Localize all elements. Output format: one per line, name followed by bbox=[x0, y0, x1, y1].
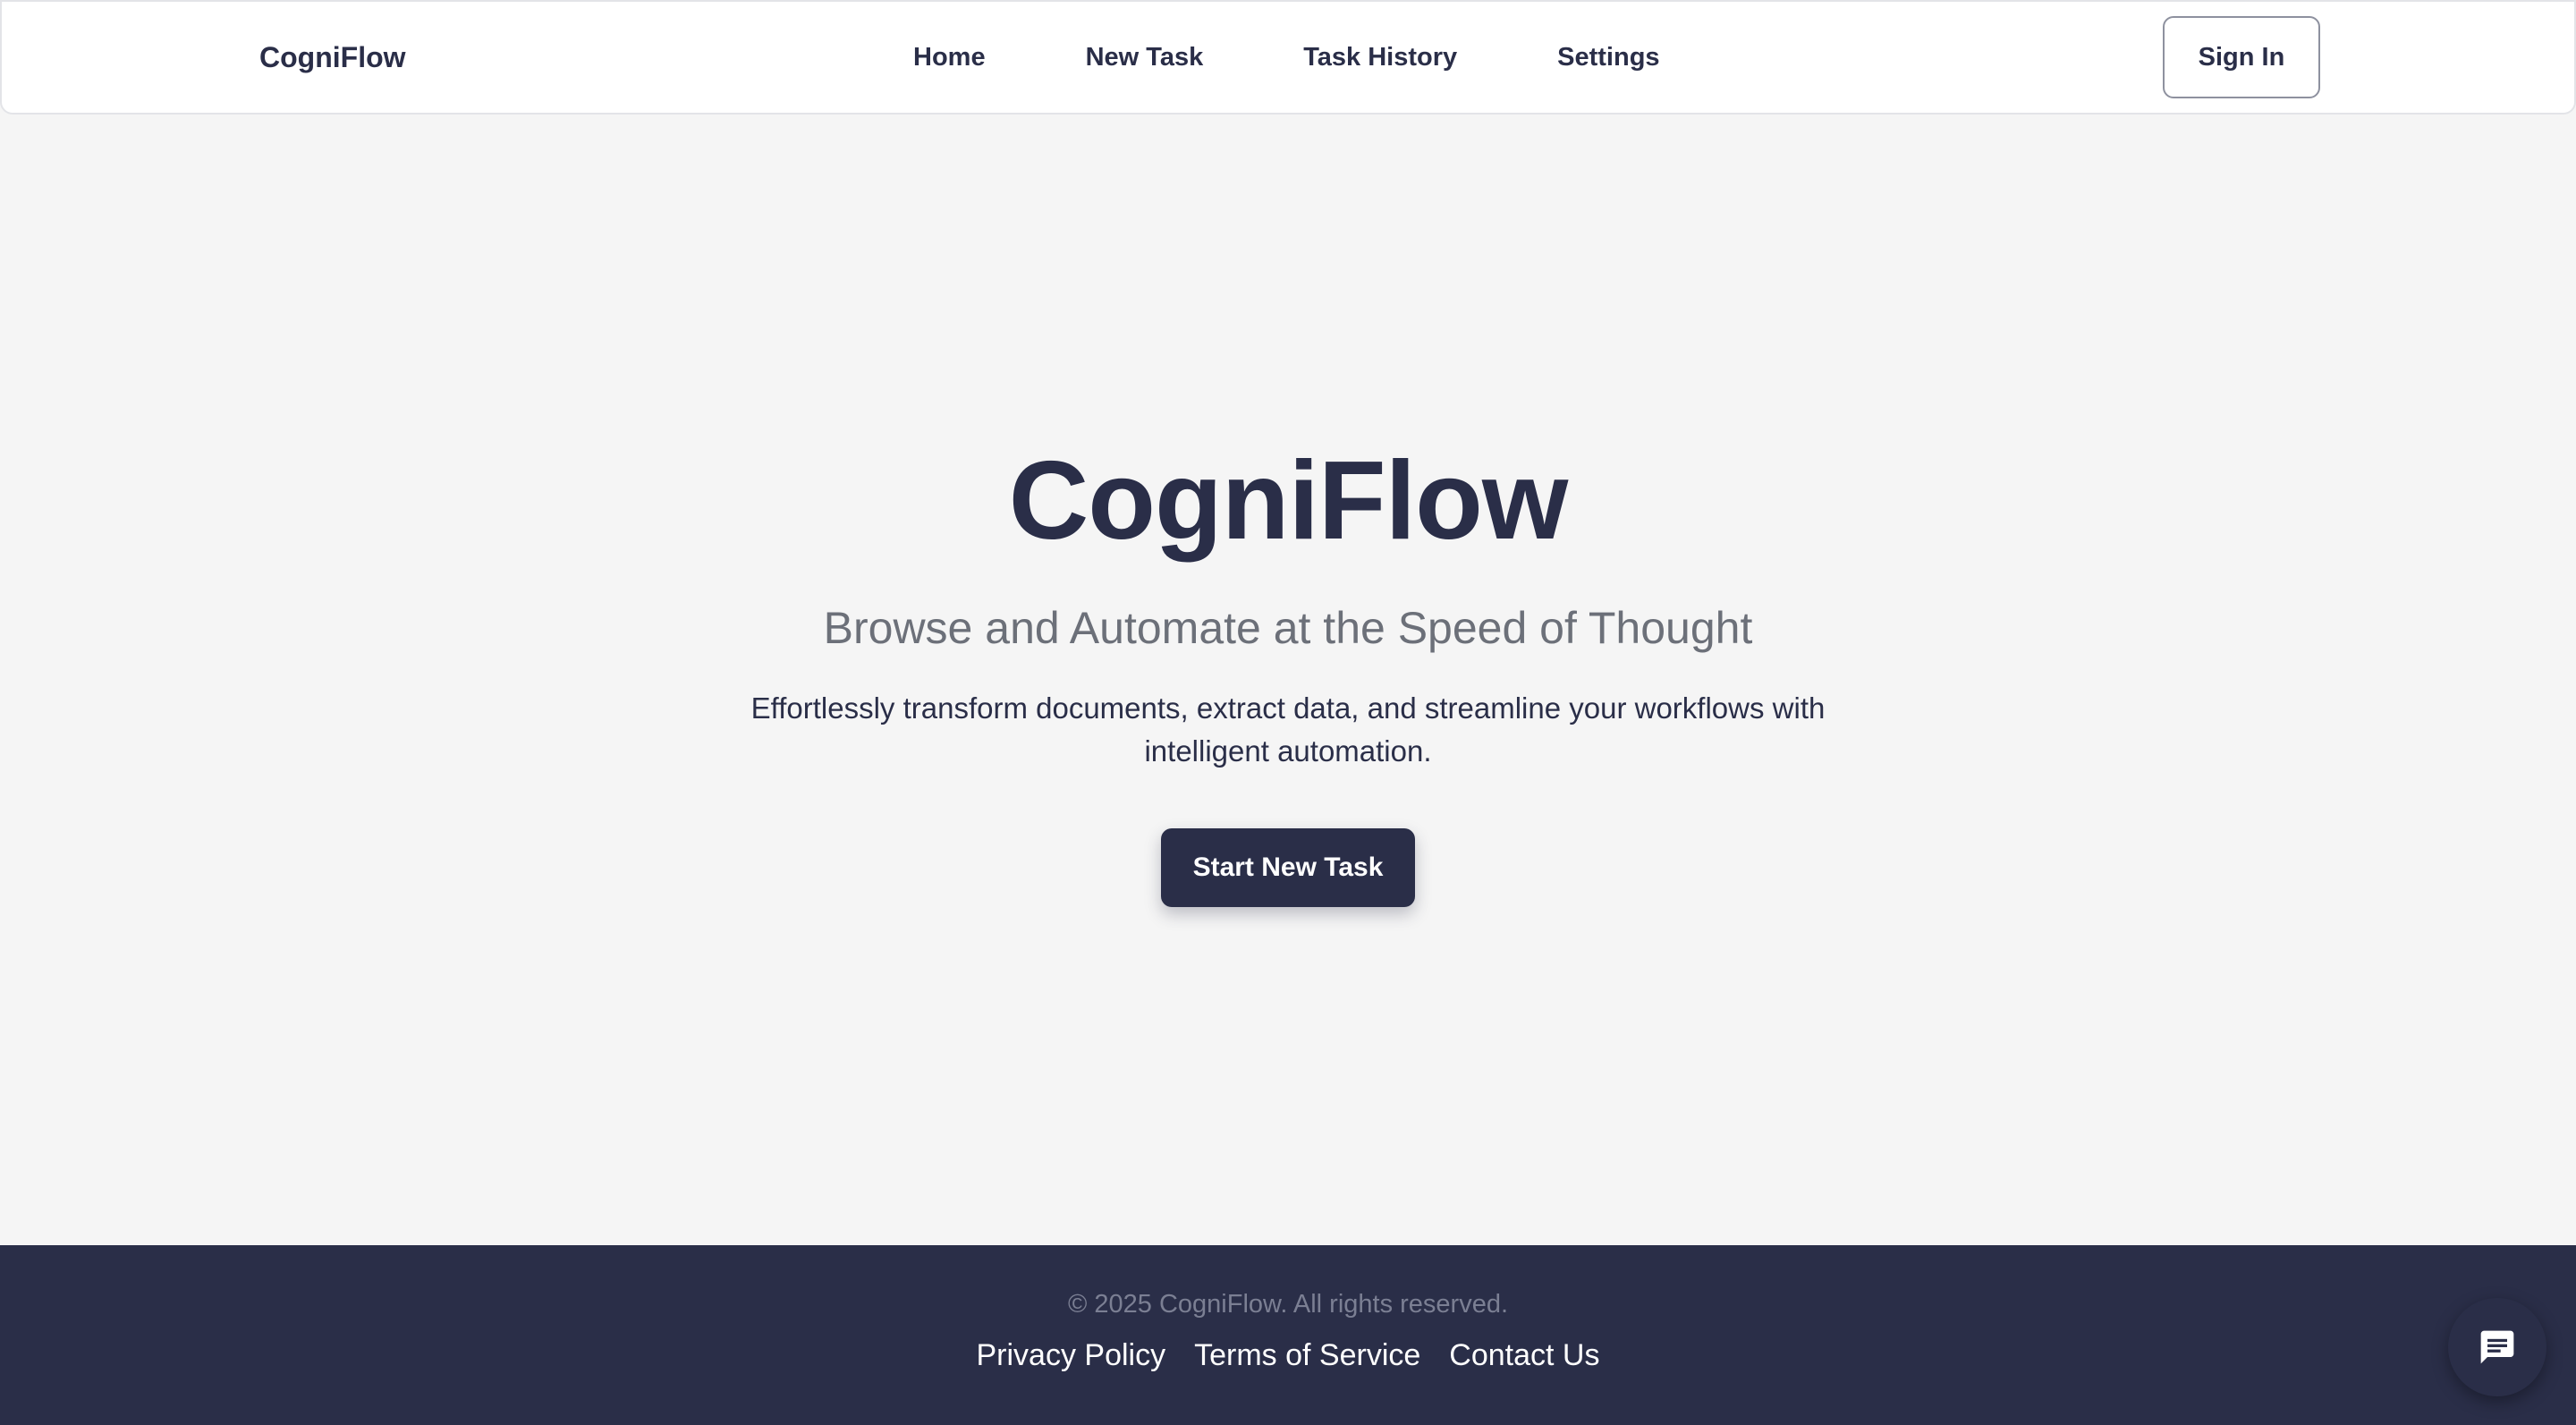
start-new-task-button[interactable]: Start New Task bbox=[1161, 828, 1415, 907]
chat-button[interactable] bbox=[2448, 1298, 2546, 1396]
hero-description: Effortlessly transform documents, extrac… bbox=[750, 691, 1826, 768]
nav-task-history[interactable]: Task History bbox=[1303, 43, 1457, 72]
footer: © 2025 CogniFlow. All rights reserved. P… bbox=[0, 1245, 2576, 1425]
nav-new-task[interactable]: New Task bbox=[1086, 43, 1204, 72]
brand-logo[interactable]: CogniFlow bbox=[259, 2, 406, 113]
footer-links: Privacy Policy Terms of Service Contact … bbox=[0, 1338, 2576, 1373]
hero-section: CogniFlow Browse and Automate at the Spe… bbox=[0, 115, 2576, 1245]
footer-link-terms[interactable]: Terms of Service bbox=[1194, 1338, 1420, 1373]
footer-link-contact[interactable]: Contact Us bbox=[1449, 1338, 1599, 1373]
nav-settings[interactable]: Settings bbox=[1557, 43, 1659, 72]
hero-subtitle: Browse and Automate at the Speed of Thou… bbox=[823, 603, 1753, 653]
top-navbar: CogniFlow Home New Task Task History Set… bbox=[0, 0, 2576, 115]
page: CogniFlow Home New Task Task History Set… bbox=[0, 0, 2576, 1425]
copyright-text: © 2025 CogniFlow. All rights reserved. bbox=[1067, 1290, 1509, 1319]
hero-title: CogniFlow bbox=[1008, 439, 1569, 563]
chat-icon bbox=[2480, 1330, 2514, 1364]
nav-home[interactable]: Home bbox=[913, 43, 986, 72]
sign-in-button[interactable]: Sign In bbox=[2163, 16, 2320, 98]
main-nav: Home New Task Task History Settings bbox=[913, 2, 1660, 113]
footer-link-privacy[interactable]: Privacy Policy bbox=[977, 1338, 1166, 1373]
